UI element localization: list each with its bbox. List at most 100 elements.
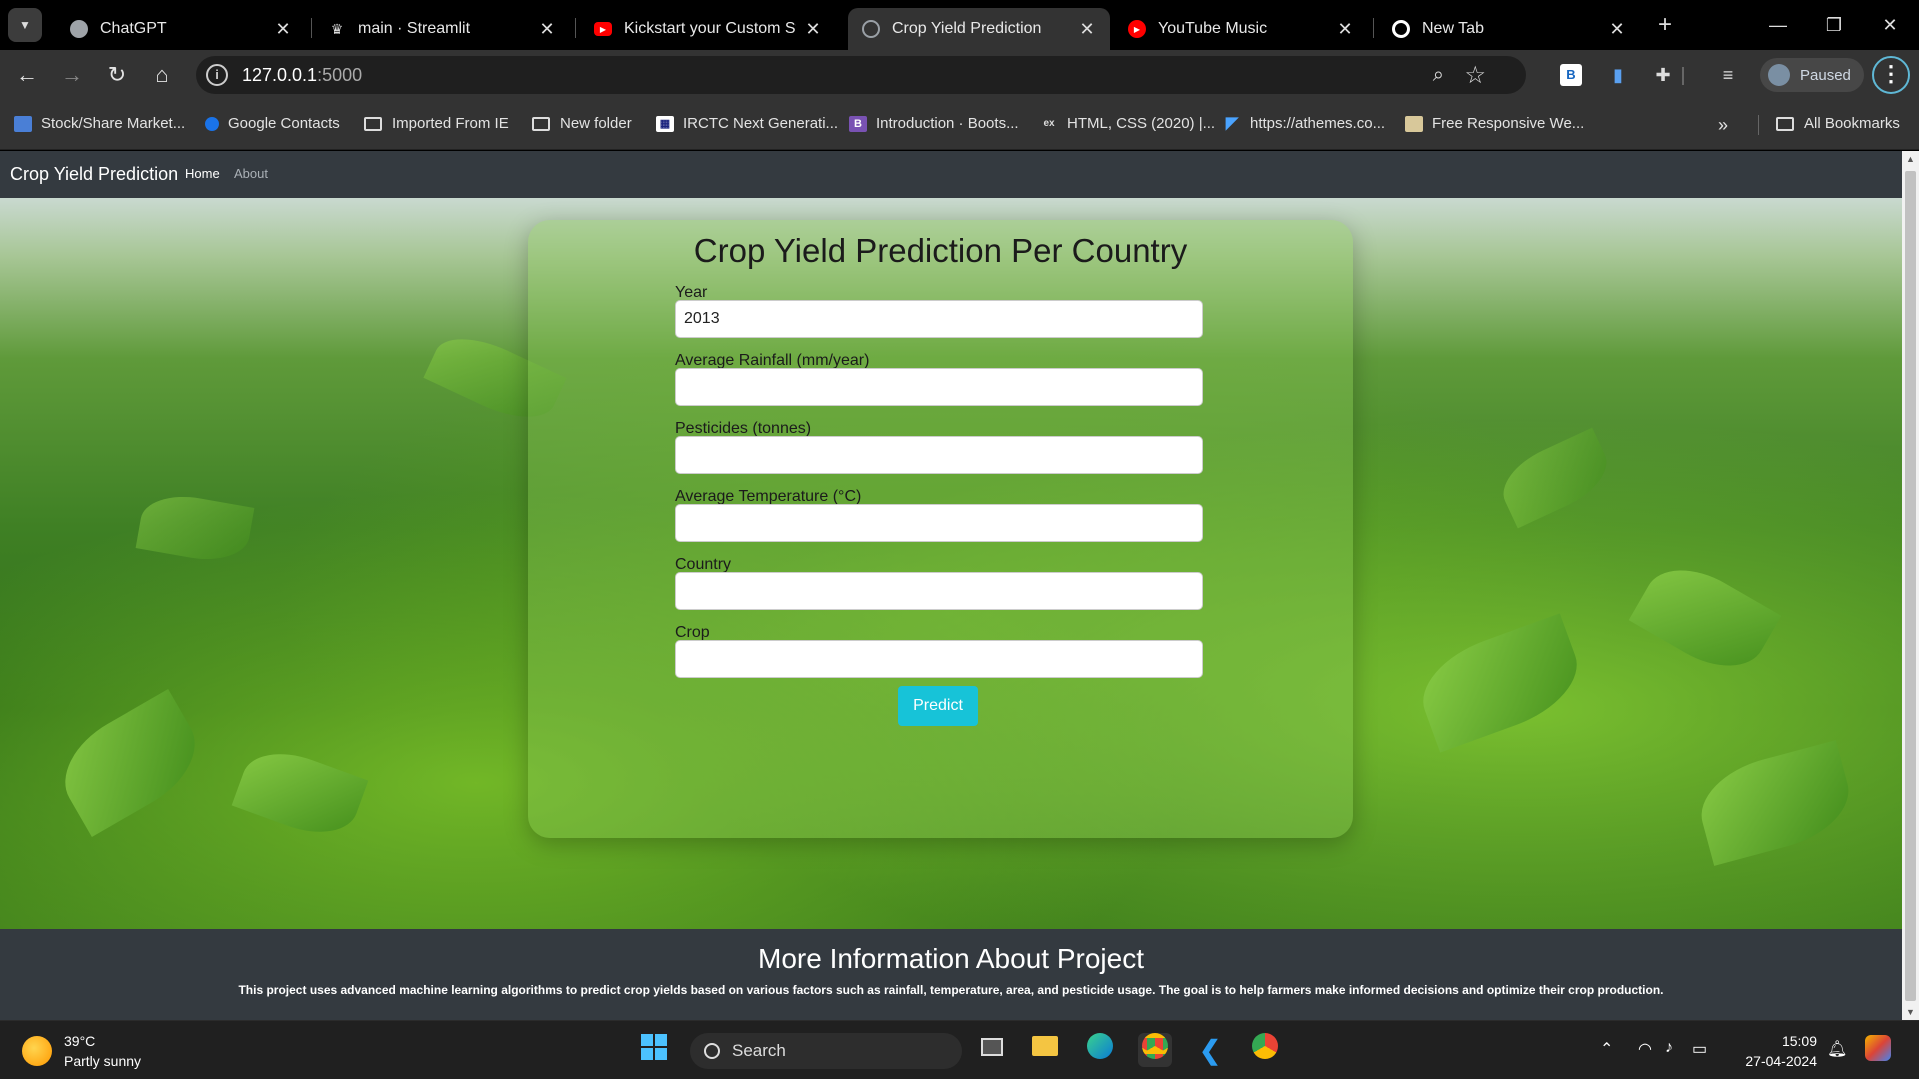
forward-arrow-icon[interactable]: →	[55, 58, 89, 92]
bookmark-item[interactable]: New folder	[532, 115, 632, 132]
bookmark-star-icon[interactable]: ☆	[1464, 61, 1486, 90]
scroll-up-icon[interactable]: ▲	[1902, 151, 1919, 167]
all-bookmarks-button[interactable]: All Bookmarks	[1776, 115, 1900, 132]
tab-separator	[575, 18, 576, 38]
wifi-icon[interactable]: ◠	[1638, 1039, 1652, 1059]
site-info-icon[interactable]: i	[206, 64, 228, 86]
home-icon[interactable]: ⌂	[145, 58, 179, 92]
bookmark-item[interactable]: ex HTML, CSS (2020) |...	[1040, 115, 1215, 132]
tab-youtube[interactable]: ▶ Kickstart your Custom Stre ✕	[580, 8, 836, 50]
reload-icon[interactable]: ↻	[100, 58, 134, 92]
project-info-section: More Information About Project This proj…	[0, 929, 1902, 1020]
edx-icon: ex	[1043, 117, 1055, 129]
leaf-decoration	[135, 488, 255, 568]
extensions-puzzle-icon[interactable]: ✚	[1650, 62, 1676, 88]
minimize-icon[interactable]: —	[1758, 8, 1798, 42]
volume-icon[interactable]: ♪	[1665, 1039, 1673, 1057]
media-control-icon[interactable]: ≡	[1715, 62, 1741, 88]
window-close-icon[interactable]: ✕	[1870, 8, 1910, 42]
tab-crop-yield[interactable]: Crop Yield Prediction ✕	[848, 8, 1110, 50]
vscode-icon[interactable]: ❮	[1193, 1033, 1227, 1067]
chrome-icon[interactable]	[1138, 1033, 1172, 1067]
close-icon[interactable]: ✕	[538, 19, 556, 40]
back-arrow-icon[interactable]: ←	[10, 58, 44, 92]
folder-icon	[532, 116, 550, 131]
site-brand[interactable]: Crop Yield Prediction	[10, 164, 178, 185]
clock-date: 27-04-2024	[1745, 1053, 1817, 1069]
pesticides-input[interactable]	[675, 436, 1203, 474]
folder-icon	[1776, 116, 1794, 131]
tab-chatgpt[interactable]: ChatGPT ✕	[56, 8, 306, 50]
bookmark-item[interactable]: B Introduction · Boots...	[849, 115, 1019, 132]
temperature-input[interactable]	[675, 504, 1203, 542]
country-input[interactable]	[675, 572, 1203, 610]
tab-search-button[interactable]: ▼	[8, 8, 42, 42]
close-icon[interactable]: ✕	[804, 19, 822, 40]
restore-icon[interactable]: ❐	[1814, 8, 1854, 42]
extension-docs-icon[interactable]: ▮	[1605, 62, 1631, 88]
url-text: 127.0.0.1:5000	[242, 65, 362, 86]
rainfall-input[interactable]	[675, 368, 1203, 406]
zoom-icon[interactable]: ⌕	[1433, 64, 1444, 87]
predict-button[interactable]: Predict	[898, 686, 978, 726]
bookmark-item[interactable]: Free Responsive We...	[1405, 115, 1584, 132]
bookmark-label: Stock/Share Market...	[41, 115, 186, 132]
year-input[interactable]	[675, 300, 1203, 338]
profile-button[interactable]: Paused	[1760, 58, 1864, 92]
irctc-icon: ▦	[656, 115, 674, 132]
chevron-up-icon[interactable]: ⌃	[1600, 1039, 1613, 1059]
crop-input[interactable]	[675, 640, 1203, 678]
bookmark-label: IRCTC Next Generati...	[683, 115, 839, 132]
weather-widget[interactable]: 39°C Partly sunny	[22, 1031, 141, 1071]
edge-icon[interactable]	[1083, 1033, 1117, 1067]
page-scrollbar[interactable]: ▲ ▼	[1902, 151, 1919, 1020]
bookmark-item[interactable]: ◤ https://athemes.co...	[1223, 115, 1385, 132]
bookmark-item[interactable]: Stock/Share Market...	[14, 115, 185, 132]
tab-title: New Tab	[1422, 20, 1484, 37]
tab-title: YouTube Music	[1158, 20, 1268, 37]
tab-streamlit[interactable]: ♛ main · Streamlit ✕	[314, 8, 570, 50]
contacts-icon	[205, 116, 219, 131]
nav-link-about[interactable]: About	[234, 166, 268, 181]
chrome-profile-icon[interactable]	[1248, 1033, 1282, 1067]
taskbar-search[interactable]: Search	[690, 1033, 962, 1069]
weather-temperature: 39°C	[64, 1033, 96, 1049]
chrome-icon	[1392, 20, 1410, 38]
new-tab-button[interactable]: +	[1650, 10, 1680, 40]
browser-menu-icon[interactable]: ⋮	[1872, 56, 1910, 94]
tab-youtube-music[interactable]: ▶ YouTube Music ✕	[1114, 8, 1368, 50]
extension-b-icon[interactable]: B	[1560, 64, 1582, 86]
windows-start-icon[interactable]	[637, 1033, 671, 1067]
bookmark-item[interactable]: ▦ IRCTC Next Generati...	[656, 115, 838, 132]
url-host: 127.0.0.1	[242, 65, 318, 85]
close-icon[interactable]: ✕	[274, 19, 292, 40]
file-explorer-icon[interactable]	[1028, 1033, 1062, 1067]
system-clock[interactable]: 15:09 27-04-2024	[1735, 1031, 1817, 1071]
notification-bell-icon[interactable]: 🔔︎	[1827, 1039, 1847, 1059]
tab-title: ChatGPT	[100, 20, 167, 37]
close-icon[interactable]: ✕	[1608, 19, 1626, 40]
more-bookmarks-icon[interactable]: »	[1718, 115, 1728, 136]
youtube-music-icon: ▶	[1128, 20, 1146, 38]
scrollbar-thumb[interactable]	[1905, 171, 1916, 1001]
folder-icon	[364, 116, 382, 131]
bookmark-item[interactable]: Google Contacts	[205, 115, 340, 132]
close-icon[interactable]: ✕	[1336, 19, 1354, 40]
bookmark-label: Imported From IE	[392, 115, 509, 132]
search-icon	[704, 1043, 720, 1059]
copilot-icon[interactable]	[1865, 1035, 1891, 1061]
hero-background: Crop Yield Prediction Per Country Year A…	[0, 198, 1902, 929]
close-icon[interactable]: ✕	[1078, 19, 1096, 40]
weather-condition: Partly sunny	[64, 1053, 142, 1069]
bookmark-item[interactable]: Imported From IE	[364, 115, 509, 132]
nav-link-home[interactable]: Home	[185, 166, 220, 181]
form-title: Crop Yield Prediction Per Country	[693, 232, 1188, 269]
bookmark-label: Google Contacts	[228, 115, 340, 132]
task-view-icon[interactable]	[975, 1033, 1009, 1067]
tab-new-tab[interactable]: New Tab ✕	[1378, 8, 1640, 50]
browser-toolbar: ← → ↻ ⌂ i 127.0.0.1:5000 ⌕ ☆ B ▮ ✚ ≡ Pau…	[0, 50, 1919, 100]
address-bar[interactable]: i 127.0.0.1:5000 ⌕ ☆	[196, 56, 1526, 94]
battery-icon[interactable]: ▭	[1692, 1039, 1707, 1059]
leaf-decoration	[1690, 740, 1860, 866]
scroll-down-icon[interactable]: ▼	[1902, 1004, 1919, 1020]
